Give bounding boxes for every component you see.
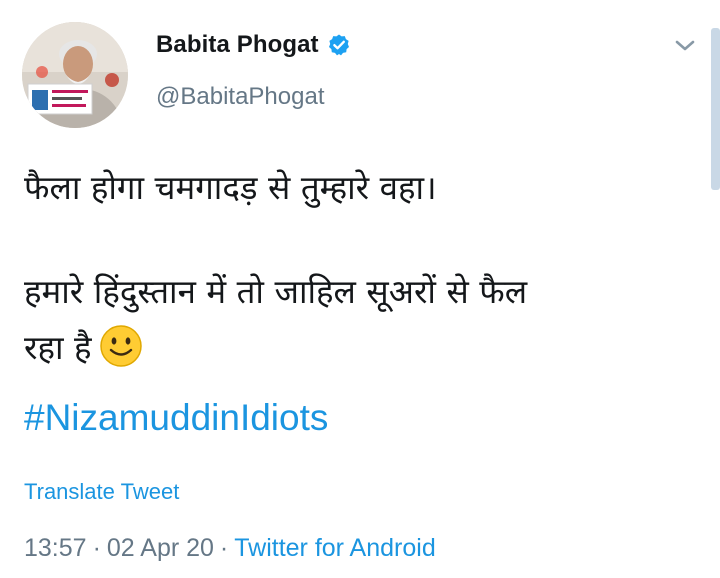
avatar[interactable] bbox=[22, 22, 128, 128]
tweet-card: Babita Phogat @BabitaPhogat फैला होगा चम… bbox=[0, 0, 720, 578]
chevron-down-icon[interactable] bbox=[672, 36, 698, 56]
separator: · bbox=[219, 534, 229, 562]
tweet-time: 13:57 bbox=[24, 534, 87, 562]
tweet-date[interactable]: 02 Apr 20 bbox=[107, 534, 214, 562]
user-handle[interactable]: @BabitaPhogat bbox=[156, 83, 324, 111]
author-row: Babita Phogat bbox=[156, 31, 351, 59]
client-link[interactable]: Twitter for Android bbox=[234, 534, 435, 562]
scrollbar[interactable] bbox=[711, 28, 720, 190]
avatar-image bbox=[22, 22, 128, 128]
smile-emoji-icon bbox=[98, 323, 144, 369]
tweet-line-text: रहा है bbox=[24, 328, 92, 367]
tweet-text: फैला होगा चमगादड़ से तुम्हारे वहा। हमारे… bbox=[24, 160, 704, 376]
separator: · bbox=[92, 534, 101, 562]
verified-badge-icon bbox=[327, 33, 351, 57]
translate-tweet-link[interactable]: Translate Tweet bbox=[24, 479, 179, 505]
tweet-line-last: रहा है bbox=[24, 320, 704, 376]
display-name[interactable]: Babita Phogat bbox=[156, 31, 319, 59]
tweet-line: हमारे हिंदुस्तान में तो जाहिल सूअरों से … bbox=[24, 272, 528, 311]
tweet-line: फैला होगा चमगादड़ से तुम्हारे वहा। bbox=[24, 168, 437, 207]
tweet-meta: 13:57 · 02 Apr 20 · Twitter for Android bbox=[24, 534, 436, 563]
hashtag-link[interactable]: #NizamuddinIdiots bbox=[24, 397, 328, 439]
